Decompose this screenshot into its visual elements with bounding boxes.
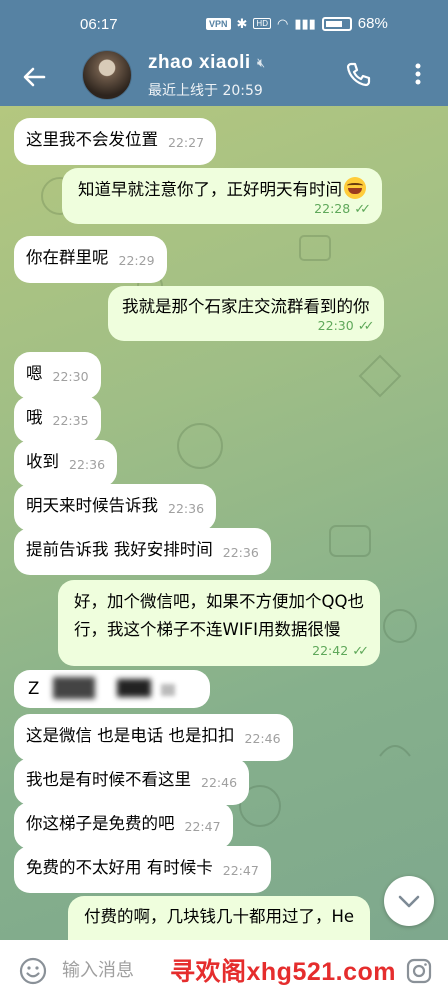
- message-text: 这是微信 也是电话 也是扣扣: [26, 726, 235, 745]
- message-meta: 22:30 ✓✓: [122, 318, 375, 335]
- signal-icon: ▮▮▮: [294, 15, 316, 31]
- message-bubble[interactable]: 哦 22:35: [14, 396, 101, 443]
- message-time: 22:47: [184, 819, 221, 834]
- message-text: 提前告诉我 我好安排时间: [26, 540, 213, 559]
- bluetooth-icon: ✱: [236, 15, 248, 31]
- message-bubble[interactable]: 好，加个微信吧，如果不方便加个QQ也 行，我这个梯子不连WIFI用数据很慢 22…: [58, 580, 380, 666]
- message-bubble[interactable]: 你这梯子是免费的吧 22:47: [14, 802, 233, 849]
- laughing-tears-emoji: [344, 177, 366, 199]
- message-text: 免费的不太好用 有时候卡: [26, 858, 213, 877]
- message-time: 22:46: [244, 731, 281, 746]
- back-arrow-icon[interactable]: [20, 62, 50, 92]
- message-bubble[interactable]: 我就是那个石家庄交流群看到的你 22:30 ✓✓: [108, 286, 384, 341]
- message-text: 这里我不会发位置: [26, 130, 158, 149]
- watermark-text: 寻欢阁xhg521.com: [170, 958, 397, 986]
- message-text: 你这梯子是免费的吧: [26, 814, 175, 833]
- message-bubble[interactable]: 这里我不会发位置 22:27: [14, 118, 217, 165]
- message-time: 22:30: [52, 369, 89, 384]
- read-check-icon: ✓✓: [352, 644, 369, 659]
- message-bubble[interactable]: 收到 22:36: [14, 440, 118, 487]
- status-icons: VPN ✱ HD ◠ ▮▮▮ 68%: [206, 15, 388, 32]
- scroll-down-button[interactable]: [384, 876, 434, 926]
- message-time: 22:47: [222, 863, 259, 878]
- hd-badge: HD: [253, 18, 271, 29]
- message-time: 22:27: [168, 135, 205, 150]
- message-text-line: 行，我这个梯子不连WIFI用数据很慢: [74, 620, 341, 639]
- read-check-icon: ✓✓: [354, 202, 371, 217]
- status-time: 06:17: [80, 16, 118, 33]
- vpn-badge: VPN: [206, 17, 231, 30]
- battery-icon: [321, 16, 352, 31]
- camera-icon[interactable]: [406, 958, 432, 984]
- contact-name[interactable]: zhao xiaoli: [148, 52, 251, 74]
- message-text: 你在群里呢: [26, 248, 109, 267]
- redaction-blur: [53, 677, 96, 699]
- wifi-icon: ◠: [276, 15, 289, 31]
- message-time: 22:28: [314, 201, 351, 216]
- message-bubble[interactable]: 我也是有时候不看这里 22:46: [14, 758, 250, 805]
- message-text: 我也是有时候不看这里: [26, 770, 191, 789]
- phone-icon[interactable]: [344, 60, 372, 88]
- message-time: 22:46: [201, 775, 238, 790]
- message-text-line: 好，加个微信吧，如果不方便加个QQ也: [74, 592, 364, 611]
- message-bubble[interactable]: 这是微信 也是电话 也是扣扣 22:46: [14, 714, 293, 761]
- message-text: 哦: [26, 408, 43, 427]
- more-vert-icon[interactable]: [408, 60, 428, 88]
- message-bubble-redacted[interactable]: Z: [14, 670, 210, 708]
- message-text: 嗯: [26, 364, 43, 383]
- message-bubble[interactable]: 免费的不太好用 有时候卡 22:47: [14, 846, 271, 893]
- chat-header: zhao xiaoli 🔇︎ 最近上线于 20:59: [0, 50, 448, 106]
- message-bubble[interactable]: 知道早就注意你了，正好明天有时间 22:28 ✓✓: [62, 168, 382, 224]
- avatar[interactable]: [82, 50, 132, 100]
- message-time: 22:36: [69, 457, 106, 472]
- message-bubble[interactable]: 明天来时候告诉我 22:36: [14, 484, 217, 531]
- message-time: 22:30: [317, 318, 354, 333]
- read-check-icon: ✓✓: [357, 319, 375, 334]
- message-text: 收到: [26, 452, 59, 471]
- redaction-blur: [117, 679, 152, 697]
- message-text: 知道早就注意你了，正好明天有时间: [78, 180, 342, 199]
- message-time: 22:29: [118, 253, 155, 268]
- redaction-blur: [161, 684, 176, 696]
- message-meta: 22:28 ✓✓: [78, 201, 371, 218]
- emoji-smile-icon[interactable]: [18, 956, 48, 986]
- mute-icon: 🔇︎: [257, 56, 266, 71]
- message-bubble[interactable]: 你在群里呢 22:29: [14, 236, 167, 283]
- battery-percent: 68%: [357, 15, 388, 32]
- message-bubble[interactable]: 提前告诉我 我好安排时间 22:36: [14, 528, 271, 575]
- message-text: 明天来时候告诉我: [26, 496, 158, 515]
- message-text: 付费的啊，几块钱几十都用过了，He: [84, 907, 355, 926]
- message-text: Z: [28, 679, 40, 698]
- chevron-down-icon: [398, 895, 420, 908]
- status-bar: 06:17 VPN ✱ HD ◠ ▮▮▮ 68%: [0, 0, 448, 50]
- message-time: 22:36: [222, 545, 259, 560]
- last-seen: 最近上线于 20:59: [148, 83, 263, 99]
- message-bubble-partial[interactable]: 付费的啊，几块钱几十都用过了，He: [68, 896, 371, 940]
- message-bubble[interactable]: 嗯 22:30: [14, 352, 101, 399]
- message-meta: 22:42 ✓✓: [74, 643, 369, 660]
- message-text: 我就是那个石家庄交流群看到的你: [122, 297, 370, 316]
- chat-area[interactable]: 这里我不会发位置 22:27 知道早就注意你了，正好明天有时间 22:28 ✓✓ 你…: [0, 106, 448, 940]
- message-time: 22:35: [52, 413, 89, 428]
- message-time: 22:36: [168, 501, 205, 516]
- message-time: 22:42: [312, 643, 349, 658]
